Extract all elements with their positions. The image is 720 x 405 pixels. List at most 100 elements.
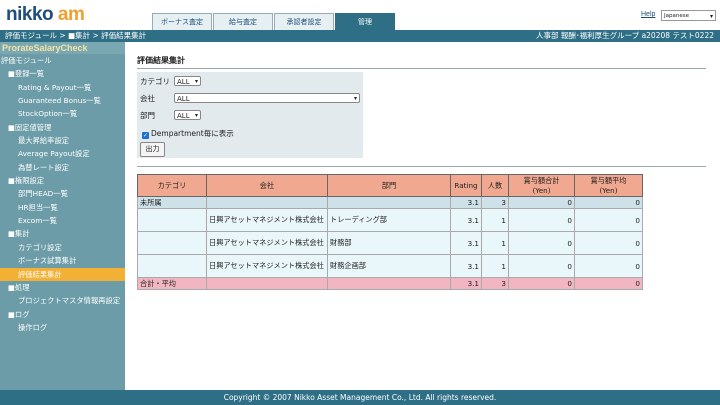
cell-rating: 3.1	[450, 254, 482, 278]
output-button[interactable]: 出力	[140, 142, 165, 157]
sidebar-item-bonus-estimate[interactable]: ボーナス試算集計	[0, 254, 125, 267]
breadcrumb-bar: 評価モジュール > ■集計 > 評価結果集計 人事部 報酬･福利厚生グループ a…	[0, 30, 720, 42]
title-divider	[137, 68, 706, 69]
tab-approver-settings[interactable]: 承認者設定	[274, 13, 334, 30]
per-department-checkbox-label: Dempartment毎に表示	[151, 129, 234, 138]
sidebar-item-evaluation-results[interactable]: 評価結果集計	[0, 267, 125, 281]
main-tabs: ボーナス査定 給与査定 承認者設定 管理	[152, 13, 396, 31]
per-department-checkbox-row[interactable]: ✓ Dempartment毎に表示	[142, 128, 234, 139]
sidebar-item-excom[interactable]: Excom一覧	[0, 214, 125, 227]
sidebar-item-operation-log[interactable]: 操作ログ	[0, 321, 125, 334]
tab-salary-assessment[interactable]: 給与査定	[213, 13, 273, 30]
cell-category: 合計・平均	[137, 277, 207, 290]
breadcrumb: 評価モジュール > ■集計 > 評価結果集計	[5, 31, 147, 40]
cell-department	[327, 277, 451, 290]
chevron-down-icon: ▾	[194, 78, 198, 85]
sidebar-item-rating-payout[interactable]: Rating & Payout一覧	[0, 81, 125, 94]
help-link[interactable]: Help	[641, 11, 655, 18]
col-company: 会社	[206, 174, 328, 197]
cell-company: 日興アセットマネジメント株式会社	[206, 208, 328, 232]
logo-am: am	[57, 4, 85, 25]
cell-count: 1	[481, 231, 509, 255]
sidebar-title: ProrateSalaryCheck	[0, 42, 125, 54]
col-category: カテゴリ	[137, 174, 207, 197]
cell-bonus-total: 0	[508, 277, 575, 290]
cell-count: 3	[481, 196, 509, 209]
cell-department	[327, 196, 451, 209]
cell-bonus-avg: 0	[574, 254, 643, 278]
col-department: 部門	[327, 174, 451, 197]
logo-nikko: nikko	[6, 4, 54, 25]
language-select-value: Japanese	[664, 13, 689, 19]
table-row: 日興アセットマネジメント株式会社 財務企画部 3.1 1 0 0	[137, 254, 643, 278]
sidebar-section-processing: ■処理	[8, 282, 30, 292]
department-select[interactable]: ALL ▾	[174, 110, 201, 120]
col-rating: Rating	[450, 174, 482, 197]
cell-department: 財務部	[327, 231, 451, 255]
page-title: 評価結果集計	[137, 56, 185, 65]
table-row: 未所属 3.1 3 0 0	[137, 196, 643, 209]
col-bonus-avg: 賞与額平均 (Yen)	[574, 174, 643, 197]
department-label: 部門	[140, 111, 155, 120]
cell-rating: 3.1	[450, 208, 482, 232]
cell-count: 1	[481, 254, 509, 278]
chevron-down-icon: ▾	[709, 13, 713, 20]
sidebar-item-category-settings[interactable]: カテゴリ設定	[0, 241, 125, 254]
cell-category: 未所属	[137, 196, 207, 209]
company-row: 会社	[140, 93, 176, 104]
cell-bonus-total: 0	[508, 196, 575, 209]
sidebar-section-permissions: ■権限設定	[8, 176, 45, 186]
cell-category	[137, 208, 207, 232]
category-select[interactable]: ALL ▾	[174, 76, 201, 86]
sidebar-item-project-master-reset[interactable]: プロジェクトマスタ情報再設定	[0, 294, 125, 307]
sidebar-item-exchange-rate[interactable]: 為替レート設定	[0, 161, 125, 174]
sidebar-section-fixed-values: ■固定値管理	[8, 122, 52, 132]
sidebar-item-max-raise-rate[interactable]: 最大昇給率設定	[0, 134, 125, 147]
category-row: カテゴリ	[140, 76, 176, 87]
sidebar-item-evaluation-module[interactable]: 評価モジュール	[0, 54, 125, 67]
cell-department: トレーディング部	[327, 208, 451, 232]
department-row: 部門	[140, 110, 176, 121]
cell-bonus-avg: 0	[574, 231, 643, 255]
col-bonus-total: 賞与額合計 (Yen)	[508, 174, 575, 197]
cell-rating: 3.1	[450, 277, 482, 290]
sidebar-item-hr-staff[interactable]: HR担当一覧	[0, 201, 125, 214]
cell-company	[206, 277, 328, 290]
tab-bonus-assessment[interactable]: ボーナス査定	[152, 13, 212, 30]
col-count: 人数	[481, 174, 509, 197]
cell-count: 3	[481, 277, 509, 290]
cell-company: 日興アセットマネジメント株式会社	[206, 231, 328, 255]
tab-admin[interactable]: 管理	[335, 13, 395, 31]
cell-bonus-total: 0	[508, 208, 575, 232]
table-row: 日興アセットマネジメント株式会社 財務部 3.1 1 0 0	[137, 231, 643, 255]
cell-company	[206, 196, 328, 209]
chevron-down-icon: ▾	[353, 95, 357, 102]
category-select-value: ALL	[177, 78, 190, 86]
sidebar-item-stockoption[interactable]: StockOption一覧	[0, 107, 125, 120]
cell-department: 財務企画部	[327, 254, 451, 278]
department-select-value: ALL	[177, 112, 190, 120]
table-header-row: カテゴリ 会社 部門 Rating 人数 賞与額合計 (Yen) 賞与額平均 (…	[137, 174, 643, 197]
company-select[interactable]: ALL ▾	[174, 93, 360, 103]
results-table: カテゴリ 会社 部門 Rating 人数 賞与額合計 (Yen) 賞与額平均 (…	[137, 174, 643, 290]
category-label: カテゴリ	[140, 77, 170, 86]
sidebar: ProrateSalaryCheck 評価モジュール ■登録一覧 Rating …	[0, 42, 125, 390]
user-info: 人事部 報酬･福利厚生グループ a20208 テスト0222	[536, 31, 714, 40]
language-select[interactable]: Japanese ▾	[661, 10, 716, 21]
checkbox-checked-icon[interactable]: ✓	[142, 132, 149, 139]
cell-rating: 3.1	[450, 231, 482, 255]
table-total-row: 合計・平均 3.1 3 0 0	[137, 277, 643, 290]
nikko-am-logo: nikko am	[6, 4, 85, 26]
chevron-down-icon: ▾	[194, 112, 198, 119]
copyright-text: Copyright © 2007 Nikko Asset Management …	[223, 393, 497, 402]
sidebar-section-aggregation: ■集計	[8, 229, 30, 239]
sidebar-item-average-payout[interactable]: Average Payout設定	[0, 147, 125, 160]
filter-panel: カテゴリ ALL ▾ 会社 ALL ▾ 部門 ALL ▾ ✓ Dempartmen…	[137, 72, 363, 158]
cell-category	[137, 231, 207, 255]
main-content: 評価結果集計 カテゴリ ALL ▾ 会社 ALL ▾ 部門 ALL ▾ ✓ Dem…	[137, 55, 706, 290]
table-row: 日興アセットマネジメント株式会社 トレーディング部 3.1 1 0 0	[137, 208, 643, 232]
cell-company: 日興アセットマネジメント株式会社	[206, 254, 328, 278]
section-divider	[137, 166, 706, 167]
sidebar-item-guaranteed-bonus[interactable]: Guaranteed Bonus一覧	[0, 94, 125, 107]
sidebar-item-dept-head[interactable]: 部門HEAD一覧	[0, 187, 125, 200]
